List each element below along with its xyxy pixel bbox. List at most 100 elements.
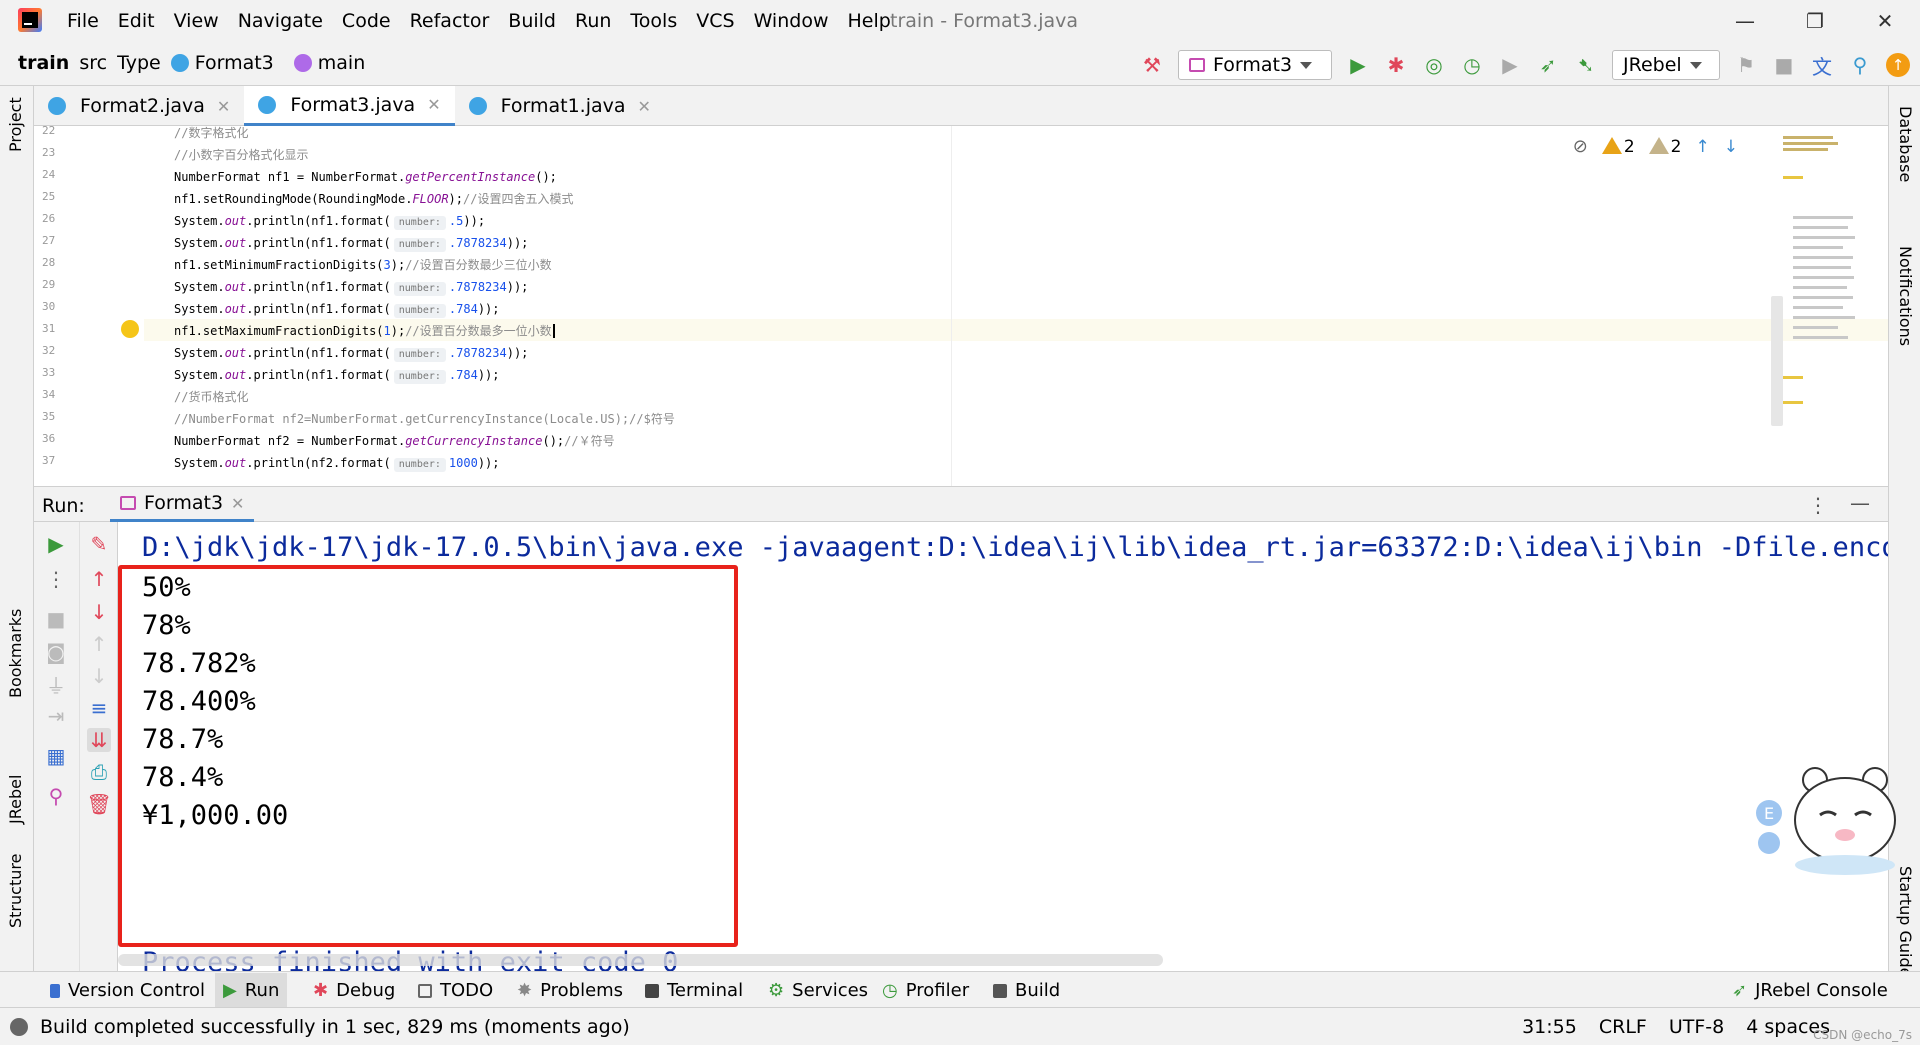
scroll-to-end-icon[interactable]: ⇊ xyxy=(87,728,111,752)
menu-run[interactable]: Run xyxy=(575,10,611,32)
stop-icon[interactable]: ■ xyxy=(44,607,68,631)
menu-file[interactable]: File xyxy=(67,10,99,32)
prev-highlight-icon[interactable]: ↑ xyxy=(1696,137,1710,157)
plug-icon[interactable]: ⏚ xyxy=(44,672,68,698)
next-highlight-icon[interactable]: ↓ xyxy=(1724,137,1738,157)
weak-warnings-count[interactable]: 2 xyxy=(1648,136,1682,157)
coverage-icon[interactable]: ◎ xyxy=(1422,53,1446,77)
caret-position[interactable]: 31:55 xyxy=(1522,1016,1577,1038)
camera-icon[interactable]: ◙ xyxy=(44,640,68,664)
breadcrumb-package[interactable]: Type xyxy=(117,52,161,74)
menu-navigate[interactable]: Navigate xyxy=(238,10,323,32)
run-more-icon[interactable]: ▶ xyxy=(1498,53,1522,77)
trash-icon[interactable]: 🗑 xyxy=(86,792,111,816)
down-arrow-icon[interactable]: ↓ xyxy=(87,600,111,624)
side-tab-startup-guide[interactable]: Startup Guide xyxy=(1896,866,1915,977)
menu-build[interactable]: Build xyxy=(508,10,556,32)
breadcrumb-src[interactable]: src xyxy=(79,52,107,74)
tw-build[interactable]: Build xyxy=(993,980,1060,1001)
hide-panel-icon[interactable]: — xyxy=(1850,491,1870,515)
side-tab-structure[interactable]: Structure xyxy=(6,854,25,928)
translate-icon[interactable]: 文 xyxy=(1810,53,1834,79)
menu-refactor[interactable]: Refactor xyxy=(410,10,490,32)
side-tab-jrebel[interactable]: JRebel xyxy=(6,775,25,824)
up-arrow-icon[interactable]: ↑ xyxy=(87,567,111,591)
more-icon[interactable]: ⋮ xyxy=(44,567,68,591)
more-options-icon[interactable]: ⋮ xyxy=(1808,493,1828,517)
menu-window[interactable]: Window xyxy=(754,10,829,32)
tw-problems[interactable]: ✸ Problems xyxy=(517,980,623,1001)
run-icon[interactable]: ▶ xyxy=(1346,53,1370,77)
close-tab-icon[interactable]: ✕ xyxy=(427,95,440,114)
inspection-widget[interactable]: ⊘ 2 2 ↑ ↓ xyxy=(1573,136,1738,157)
status-message[interactable]: Build completed successfully in 1 sec, 8… xyxy=(40,1016,630,1038)
edit-config-icon[interactable]: ✎ xyxy=(87,532,111,556)
down-disabled-icon[interactable]: ↓ xyxy=(87,664,111,688)
side-tab-project[interactable]: Project xyxy=(6,97,25,152)
stop-icon[interactable]: ■ xyxy=(1772,53,1796,77)
debug-icon[interactable]: ✱ xyxy=(1384,53,1408,77)
menu-code[interactable]: Code xyxy=(342,10,391,32)
tw-todo[interactable]: TODO xyxy=(418,980,493,1001)
jrebel-run-icon[interactable]: ➶ xyxy=(1536,53,1560,77)
up-disabled-icon[interactable]: ↑ xyxy=(87,632,111,656)
code-editor[interactable]: 22 23 24 25 26 27 28 29 30 31 32 33 34 3… xyxy=(34,126,1888,486)
breadcrumb-method[interactable]: main xyxy=(293,52,375,74)
tw-profiler[interactable]: ◷ Profiler xyxy=(882,980,969,1001)
profile-icon[interactable]: ◷ xyxy=(1460,53,1484,77)
jrebel-dropdown[interactable]: JRebel xyxy=(1612,50,1720,80)
layout-icon[interactable]: ▦ xyxy=(44,744,68,768)
warnings-count[interactable]: 2 xyxy=(1601,136,1635,157)
bird-badge-icon[interactable] xyxy=(1758,832,1780,854)
tab-format3[interactable]: Format3.java ✕ xyxy=(244,86,455,126)
minimap-viewport[interactable] xyxy=(1771,296,1783,426)
restore-button[interactable]: ❐ xyxy=(1780,0,1850,42)
side-tab-notifications[interactable]: Notifications xyxy=(1896,246,1915,346)
reader-mode-icon[interactable]: ⊘ xyxy=(1573,136,1588,157)
rerun-icon[interactable]: ▶ xyxy=(44,532,68,556)
minimize-button[interactable]: — xyxy=(1710,0,1780,42)
tw-version-control[interactable]: Version Control xyxy=(50,980,205,1001)
search-icon[interactable]: ⚲ xyxy=(1848,53,1872,77)
tw-services[interactable]: ⚙ Services xyxy=(768,980,868,1001)
tab-format2[interactable]: Format2.java ✕ xyxy=(34,86,244,126)
soft-wrap-icon[interactable]: ≡ xyxy=(87,696,111,720)
close-button[interactable]: ✕ xyxy=(1850,0,1920,42)
update-icon[interactable]: ↑ xyxy=(1886,53,1910,77)
file-encoding[interactable]: UTF-8 xyxy=(1669,1016,1724,1038)
attach-icon[interactable]: ⚑ xyxy=(1734,53,1758,77)
menu-view[interactable]: View xyxy=(174,10,219,32)
close-tab-icon[interactable]: ✕ xyxy=(217,97,230,116)
tw-debug[interactable]: ✱ Debug xyxy=(313,980,395,1001)
menu-help[interactable]: Help xyxy=(847,10,890,32)
tw-jrebel-console[interactable]: ➶ JRebel Console xyxy=(1732,980,1888,1001)
code-minimap[interactable] xyxy=(1771,136,1858,466)
print-icon[interactable]: ⎙ xyxy=(87,760,111,784)
e-badge-icon[interactable]: E xyxy=(1756,800,1782,826)
close-tab-icon[interactable]: ✕ xyxy=(231,494,244,513)
tab-format1[interactable]: Format1.java ✕ xyxy=(455,86,665,126)
text-caret xyxy=(552,324,555,338)
breadcrumb-class[interactable]: Format3 xyxy=(170,52,284,74)
build-status-icon[interactable] xyxy=(10,1018,28,1036)
horizontal-scrollbar[interactable] xyxy=(118,954,1163,966)
menu-tools[interactable]: Tools xyxy=(630,10,677,32)
run-tab-format3[interactable]: Format3 ✕ xyxy=(110,487,255,522)
exit-icon[interactable]: ⇥ xyxy=(44,704,68,728)
side-tab-bookmarks[interactable]: Bookmarks xyxy=(6,609,25,698)
side-tab-database[interactable]: Database xyxy=(1896,106,1915,182)
pin-icon[interactable]: ⚲ xyxy=(44,784,68,808)
build-hammer-icon[interactable]: ⚒ xyxy=(1140,53,1164,77)
run-config-dropdown[interactable]: Format3 xyxy=(1178,50,1332,80)
tw-run[interactable]: ▶ Run xyxy=(215,973,288,1007)
line-separator[interactable]: CRLF xyxy=(1599,1016,1647,1038)
breadcrumb-project[interactable]: train xyxy=(18,52,69,74)
code-token: System. xyxy=(174,346,225,360)
close-tab-icon[interactable]: ✕ xyxy=(638,97,651,116)
lightbulb-icon[interactable] xyxy=(121,320,139,338)
debug-icon: ✱ xyxy=(313,980,329,1001)
tw-terminal[interactable]: Terminal xyxy=(645,980,743,1001)
menu-edit[interactable]: Edit xyxy=(118,10,155,32)
jrebel-debug-icon[interactable]: ➷ xyxy=(1574,53,1598,77)
menu-vcs[interactable]: VCS xyxy=(696,10,734,32)
